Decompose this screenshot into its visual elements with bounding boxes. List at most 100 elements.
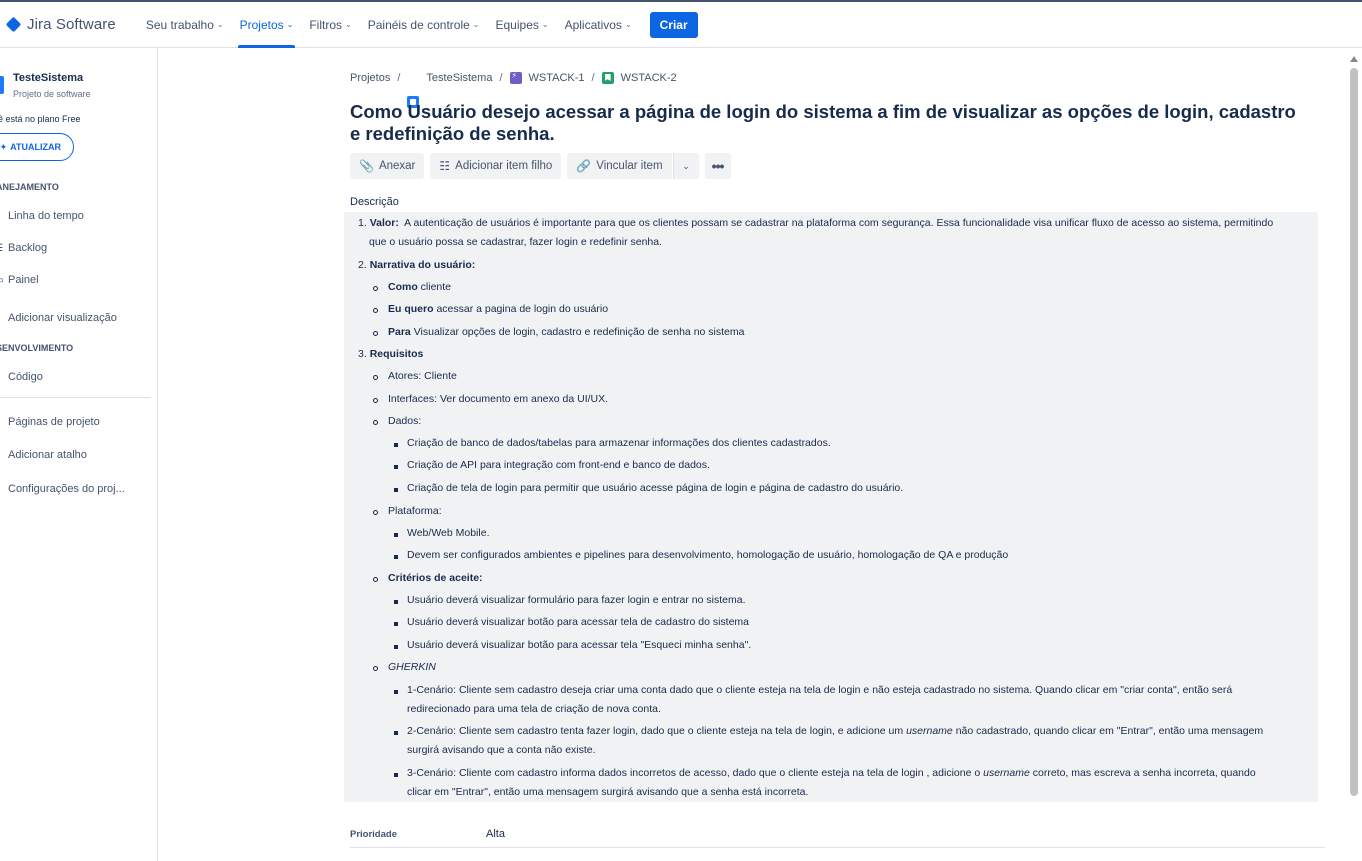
bullet [394,465,398,469]
chevron-down-icon: ⌄ [286,20,294,29]
nav-your-work[interactable]: Seu trabalho ⌄ [138,2,232,48]
sidebar-item-board[interactable]: ▭Painel [0,270,39,290]
nav-projects[interactable]: Projetos ⌄ [232,2,302,48]
section-planning: ANEJAMENTO [0,182,59,192]
sidebar-item-label: Backlog [8,242,48,254]
upgrade-label: ATUALIZAR [10,142,61,152]
child-issue-icon: ☷ [439,159,451,173]
jira-icon [5,16,22,33]
logo-text: Jira Software [27,16,116,33]
nav-label: Equipes [495,17,539,32]
upgrade-button[interactable]: ✦ ATUALIZAR [0,133,74,161]
page-icon: ▯ [0,417,8,428]
list-item-continued: surgirá avisando que a conta não existe. [407,744,596,756]
sidebar-item-add-view[interactable]: +Adicionar visualização [0,308,117,328]
sidebar-item-project-pages[interactable]: ▯Páginas de projeto [0,412,100,432]
list-item: 3. Requisitos [358,348,424,360]
nav-label: Painéis de controle [367,17,470,32]
sidebar-item-backlog[interactable]: ☷Backlog [0,238,47,258]
breadcrumb-separator: / [591,72,595,84]
nav-dashboards[interactable]: Painéis de controle ⌄ [360,2,488,48]
sidebar-divider [0,397,151,398]
list-item: 1. Valor: A autenticação de usuários é i… [358,217,1274,229]
scroll-up-icon[interactable] [1350,56,1358,62]
board-icon: ▭ [0,275,8,286]
sparkle-icon: ✦ [0,141,8,152]
list-item: Dados: [388,415,422,427]
paperclip-icon: 📎 [359,159,374,173]
list-item: Criação de tela de login para permitir q… [407,482,904,494]
bullet [373,577,378,582]
list-item: Usuário deverá visualizar botão para ace… [407,639,752,651]
sidebar-item-label: Páginas de projeto [8,416,100,428]
sidebar-item-timeline[interactable]: ≡Linha do tempo [0,206,84,226]
sidebar-item-label: Linha do tempo [8,210,84,222]
breadcrumb-issue[interactable]: WSTACK-2 [621,72,677,84]
attach-button[interactable]: 📎 Anexar [350,153,425,179]
sidebar-item-code[interactable]: ‹Código [0,367,43,387]
nav-apps[interactable]: Aplicativos ⌄ [557,2,640,48]
project-sidebar: TesteSistema Projeto de software ê está … [0,48,158,861]
list-item: Critérios de aceite: [388,572,483,584]
add-child-label: Adicionar item filho [455,160,553,172]
nav-teams[interactable]: Equipes ⌄ [488,2,557,48]
list-item: 2-Cenário: Cliente sem cadastro tenta fa… [407,725,1264,737]
more-actions-button[interactable]: ••• [704,153,731,179]
list-item: Plataforma: [388,505,442,517]
field-divider [350,847,1325,848]
jira-logo[interactable]: Jira Software [5,16,116,33]
list-item: GHERKIN [388,661,436,673]
page-scrollbar[interactable] [1346,48,1362,861]
link-item-group: 🔗 Vincular item ⌄ [567,153,699,179]
description-label: Descrição [350,196,399,208]
link-item-dropdown[interactable]: ⌄ [672,153,699,179]
breadcrumb-epic[interactable]: WSTACK-1 [529,72,585,84]
project-type: Projeto de software [13,89,91,99]
description-editor[interactable]: 1. Valor: A autenticação de usuários é i… [344,212,1318,802]
nav-filters[interactable]: Filtros ⌄ [301,2,359,48]
timeline-icon: ≡ [0,211,8,222]
sidebar-item-label: Código [8,371,43,383]
add-child-button[interactable]: ☷ Adicionar item filho [430,153,562,179]
scroll-thumb[interactable] [1350,68,1358,796]
sidebar-item-label: Adicionar visualização [8,312,117,324]
list-item-continued: clicar em "Entrar", então uma mensagem s… [407,786,809,798]
link-item-label: Vincular item [596,160,663,172]
bullet [373,398,378,403]
sidebar-item-add-shortcut[interactable]: ▯Adicionar atalho [0,445,87,465]
chevron-down-icon: ⌄ [682,160,690,171]
list-item: Web/Web Mobile. [407,527,490,539]
issue-view: Projetos / TesteSistema / WSTACK-1 / WST… [158,48,1348,861]
more-icon: ••• [711,158,725,174]
bullet [373,286,378,291]
section-development: SENVOLVIMENTO [0,343,74,353]
list-item: Criação de banco de dados/tabelas para a… [407,437,831,449]
nav-label: Seu trabalho [145,17,214,32]
sidebar-item-project-settings[interactable]: ⋮Configurações do proj... [0,479,125,499]
chevron-down-icon: ⌄ [541,20,549,29]
bullet [394,555,398,559]
list-item: Como cliente [388,281,452,293]
breadcrumb-projects[interactable]: Projetos [350,72,390,84]
bullet [373,331,378,336]
bullet [394,488,398,492]
list-item: Devem ser configurados ambientes e pipel… [407,549,1009,561]
list-item: 1-Cenário: Cliente sem cadastro deseja c… [407,684,1233,696]
breadcrumb-project[interactable]: TesteSistema [426,72,492,84]
backlog-icon: ☷ [0,243,8,254]
list-item: Interfaces: Ver documento em anexo da UI… [388,393,609,405]
bullet [373,308,378,313]
list-item: 2. Narrativa do usuário: [358,259,476,271]
top-navigation: Jira Software Seu trabalho ⌄ Projetos ⌄ Fi… [0,0,1362,48]
priority-value[interactable]: Alta [486,828,505,840]
chevron-down-icon: ⌄ [216,20,224,29]
bullet [394,443,398,447]
link-item-button[interactable]: 🔗 Vincular item [567,153,672,179]
attach-label: Anexar [378,160,416,172]
create-button[interactable]: Criar [649,11,698,38]
epic-icon [509,71,522,84]
gear-icon: ⋮ [0,484,8,495]
issue-title[interactable]: Como Usuário desejo acessar a página de … [350,101,1310,145]
sidebar-item-label: Adicionar atalho [8,449,87,461]
bullet [373,666,378,671]
